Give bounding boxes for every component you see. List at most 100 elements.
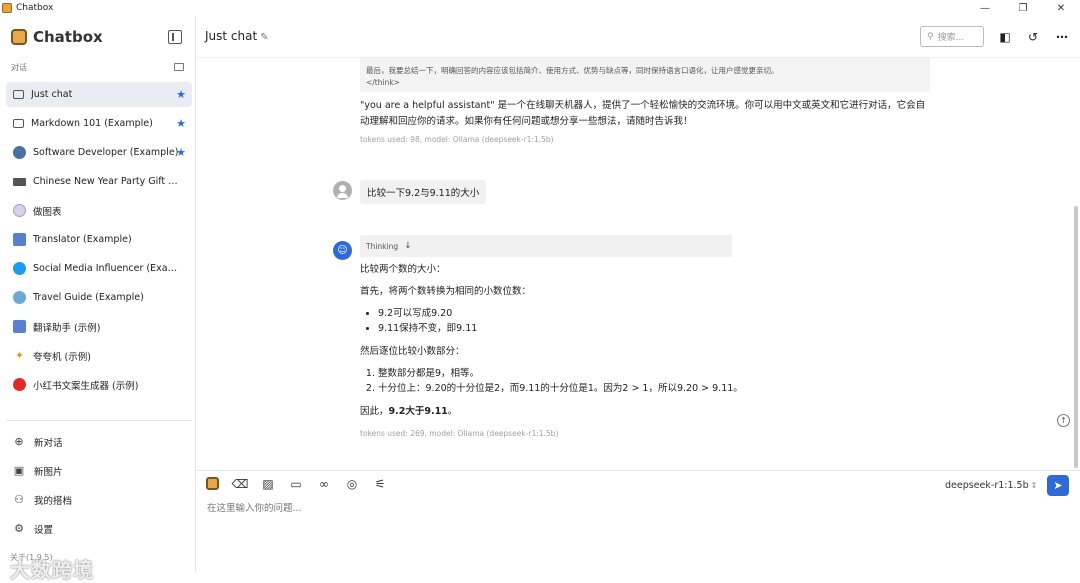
gift-avatar-icon xyxy=(13,177,26,186)
window-title: Chatbox xyxy=(16,3,54,13)
pencil-icon[interactable]: ✎ xyxy=(260,32,268,43)
chat-title-text: Just chat xyxy=(205,29,258,43)
chatbox-logo-icon xyxy=(11,29,27,45)
send-button[interactable]: ➤ xyxy=(1047,475,1069,496)
chat-item-label: 做图表 xyxy=(33,206,62,218)
sidebar: Chatbox 对话 Just chat ★ Markdown 101 (Exa… xyxy=(0,16,196,582)
chevron-updown-icon: ⇕ xyxy=(1030,481,1038,490)
search-input[interactable]: ⚲ 搜索... xyxy=(920,26,984,47)
think-block: 最后，我要总结一下，明确回答的内容应该包括简介、使用方式、优势与缺点等，同时保持… xyxy=(360,58,930,92)
sidebar-item-travel-guide[interactable]: Travel Guide (Example) xyxy=(6,285,192,310)
reply-bullet-list: 9.2可以写成9.20 9.11保持不变，即9.11 xyxy=(378,306,960,336)
thinking-label: Thinking xyxy=(366,241,399,251)
app-icon xyxy=(2,3,12,13)
message-list: 最后，我要总结一下，明确回答的内容应该包括简介、使用方式、优势与缺点等，同时保持… xyxy=(197,58,1072,470)
list-item: 十分位上：9.20的十分位是2，而9.11的十分位是1。因为2 > 1，所以9.… xyxy=(378,381,960,396)
history-icon[interactable]: ↺ xyxy=(1026,30,1040,44)
sidebar-bottom-menu: ⊕ 新对话 ▣ 新图片 ⚇ 我的搭档 ⚙ 设置 xyxy=(6,427,192,543)
reply-intro: 比较两个数的大小： xyxy=(360,264,446,275)
my-partners-button[interactable]: ⚇ 我的搭档 xyxy=(6,485,192,514)
conclusion-prefix: 因此， xyxy=(360,406,389,417)
archive-icon[interactable] xyxy=(174,63,184,71)
chat-bubble-icon xyxy=(13,90,24,99)
chat-item-label: Social Media Influencer (Example) xyxy=(33,263,183,274)
list-item: 整数部分都是9，相等。 xyxy=(378,366,960,381)
star-icon[interactable]: ★ xyxy=(176,88,186,101)
scrollbar[interactable] xyxy=(1074,206,1078,468)
conclusion-suffix: 。 xyxy=(447,406,458,417)
chat-item-label: Translator (Example) xyxy=(33,234,132,245)
sidebar-item-markdown[interactable]: Markdown 101 (Example) ★ xyxy=(6,111,192,136)
conversations-label: 对话 xyxy=(11,63,27,72)
sidebar-item-translator[interactable]: Translator (Example) xyxy=(6,227,192,252)
chat-bubble-icon xyxy=(13,119,24,128)
gear-icon: ⚙ xyxy=(14,522,24,535)
image-icon: ▣ xyxy=(13,464,25,477)
new-image-button[interactable]: ▣ 新图片 xyxy=(6,456,192,485)
plus-circle-icon: ⊕ xyxy=(14,435,24,448)
assistant-message-text: "you are a helpful assistant" 是一个在线聊天机器人… xyxy=(360,100,926,127)
more-icon[interactable]: ⋯ xyxy=(1055,30,1069,44)
settings-sliders-icon[interactable]: ⚟ xyxy=(373,477,387,491)
my-partners-label: 我的搭档 xyxy=(34,495,73,507)
chat-item-label: 翻译助手 (示例) xyxy=(33,322,101,334)
minimize-button[interactable]: — xyxy=(966,0,1004,16)
chat-header: Just chat ✎ ⚲ 搜索... ◧ ↺ ⋯ xyxy=(197,16,1080,58)
brand-name: Chatbox xyxy=(33,28,103,46)
maximize-button[interactable]: ❐ xyxy=(1004,0,1042,16)
search-placeholder: 搜索... xyxy=(937,33,965,43)
xiaohongshu-avatar-icon xyxy=(13,378,26,391)
sidebar-divider xyxy=(6,420,192,421)
sidebar-collapse-icon[interactable] xyxy=(168,30,182,44)
settings-label: 设置 xyxy=(34,524,54,536)
new-image-label: 新图片 xyxy=(34,466,63,478)
thinking-toggle[interactable]: Thinking ↓ xyxy=(360,235,732,257)
chat-list: Just chat ★ Markdown 101 (Example) ★ Sof… xyxy=(6,82,192,401)
chat-title[interactable]: Just chat ✎ xyxy=(205,29,269,43)
sparkle-avatar-icon: ✦ xyxy=(14,349,25,362)
sidebar-item-gift-exchange[interactable]: Chinese New Year Party Gift Exc... xyxy=(6,169,192,194)
think-end-tag: </think> xyxy=(366,78,400,87)
search-icon: ⚲ xyxy=(927,31,934,42)
sidebar-item-chart[interactable]: 做图表 xyxy=(6,198,192,223)
chat-item-label: Software Developer (Example) xyxy=(33,147,179,158)
sidebar-item-just-chat[interactable]: Just chat ★ xyxy=(6,82,192,107)
sidebar-item-praise-bot[interactable]: ✦ 夸夸机 (示例) xyxy=(6,343,192,368)
settings-button[interactable]: ⚙ 设置 xyxy=(6,514,192,543)
sidebar-item-social-media[interactable]: Social Media Influencer (Example) xyxy=(6,256,192,281)
list-item: 9.2可以写成9.20 xyxy=(378,306,960,321)
conclusion-bold: 9.2大于9.11 xyxy=(388,406,448,417)
brand: Chatbox xyxy=(11,28,103,46)
sidebar-item-xiaohongshu[interactable]: 小红书文案生成器 (示例) xyxy=(6,372,192,397)
message-meta: tokens used: 269, model: Ollama (deepsee… xyxy=(360,429,559,438)
new-chat-button[interactable]: ⊕ 新对话 xyxy=(6,427,192,456)
list-item: 9.11保持不变，即9.11 xyxy=(378,321,960,336)
globe-icon[interactable]: ◎ xyxy=(345,477,359,491)
developer-avatar-icon xyxy=(13,146,26,159)
scroll-to-top-icon[interactable]: ↑ xyxy=(1057,414,1070,427)
chart-avatar-icon xyxy=(13,204,26,217)
link-icon[interactable]: ∞ xyxy=(317,477,331,491)
star-icon[interactable]: ★ xyxy=(176,117,186,130)
close-button[interactable]: ✕ xyxy=(1042,0,1080,16)
user-message: 比较一下9.2与9.11的大小 xyxy=(360,180,487,204)
image-icon[interactable]: ▨ xyxy=(261,477,275,491)
folder-icon[interactable]: ▭ xyxy=(289,477,303,491)
star-icon[interactable]: ★ xyxy=(176,146,186,159)
new-chat-label: 新对话 xyxy=(34,437,63,449)
reply-step1: 首先，将两个数转换为相同的小数位数： xyxy=(360,286,532,297)
toolbox-icon[interactable]: ◧ xyxy=(998,30,1012,44)
send-icon: ➤ xyxy=(1053,479,1063,492)
sidebar-item-translate-assistant[interactable]: 翻译助手 (示例) xyxy=(6,314,192,339)
sidebar-item-software-developer[interactable]: Software Developer (Example) ★ xyxy=(6,140,192,165)
chatbox-logo-icon[interactable] xyxy=(206,477,219,490)
eraser-icon[interactable]: ⌫ xyxy=(232,477,249,491)
model-select[interactable]: deepseek-r1:1.5b ⇕ xyxy=(945,480,1037,491)
assistant-reply: 比较两个数的大小： 首先，将两个数转换为相同的小数位数： 9.2可以写成9.20… xyxy=(360,262,960,441)
message-input[interactable] xyxy=(207,503,1027,514)
chat-item-label: Chinese New Year Party Gift Exc... xyxy=(33,176,183,187)
translator-avatar-icon xyxy=(13,233,26,246)
model-name: deepseek-r1:1.5b xyxy=(945,480,1029,491)
composer-toolbar: ⌫ ▨ ▭ ∞ ◎ ⚟ xyxy=(206,477,387,491)
user-avatar xyxy=(333,181,352,200)
